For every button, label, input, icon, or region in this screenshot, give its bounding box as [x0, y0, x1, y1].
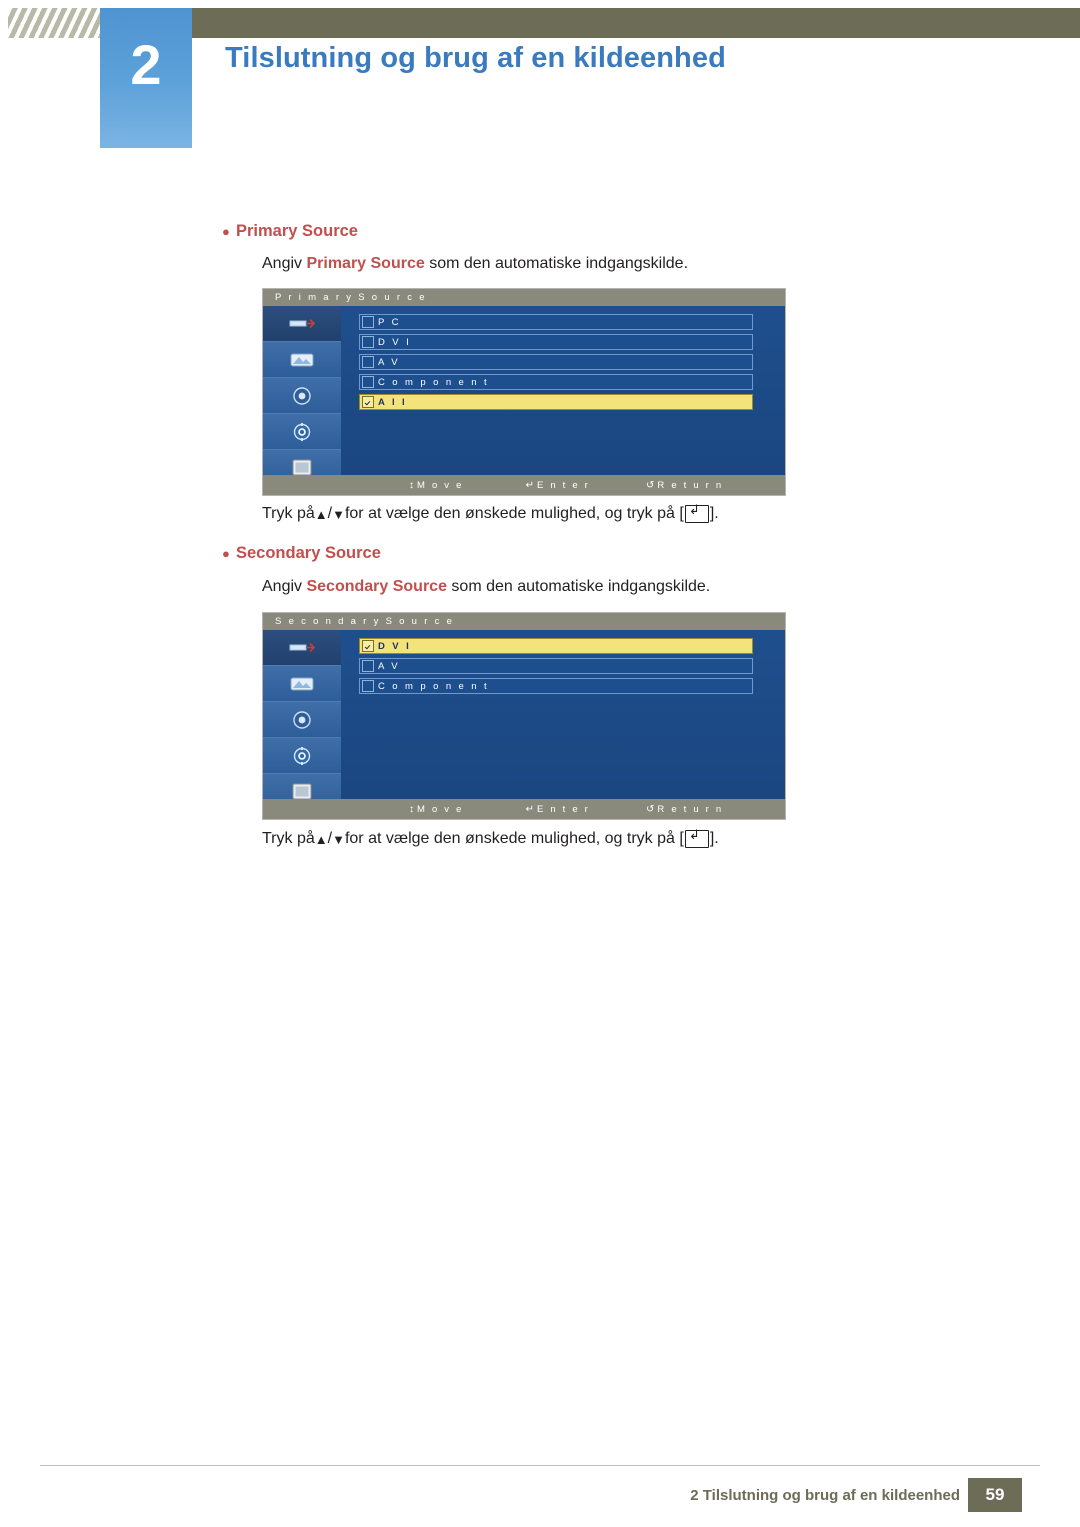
- secondary-source-description: Angiv Secondary Source som den automatis…: [262, 578, 710, 596]
- osd-footer-move: ↕ M o v e: [409, 804, 464, 815]
- bullet-secondary-source: ● Secondary Source: [222, 544, 381, 563]
- arrow-down-icon: ▼: [332, 831, 345, 847]
- osd-sidebar-icons: [263, 306, 341, 486]
- osd-footer-label: E n t e r: [536, 803, 591, 815]
- desc-highlight: Primary Source: [306, 255, 425, 272]
- checkbox-icon[interactable]: [362, 316, 374, 328]
- setup-icon[interactable]: [263, 738, 341, 774]
- osd-item-label: A l l: [378, 396, 408, 408]
- osd-footer-return: ↺ R e t u r n: [646, 480, 723, 491]
- osd-item-list: D V I A V C o m p o n e n t: [359, 638, 753, 698]
- osd-primary-source: P r i m a r y S o u r c e P C D V I A V …: [262, 288, 786, 496]
- bullet-dot-icon: ●: [222, 224, 230, 239]
- osd-footer-return: ↺ R e t u r n: [646, 804, 723, 815]
- header-hatch-decoration: [8, 8, 100, 38]
- press-mid: for at vælge den ønskede mulighed, og tr…: [344, 505, 684, 522]
- press-prefix: Tryk på: [262, 505, 315, 522]
- enter-key-icon: [684, 502, 709, 523]
- arrow-down-icon: ▼: [332, 506, 345, 522]
- osd-footer: ↕ M o v e ↵ E n t e r ↺ R e t u r n: [263, 799, 785, 819]
- chapter-number: 2: [130, 33, 162, 96]
- osd-item-dvi[interactable]: D V I: [359, 638, 753, 654]
- desc-suffix: som den automatiske indgangskilde.: [424, 255, 689, 272]
- bullet-label: Secondary Source: [236, 544, 381, 562]
- move-arrows-icon: ↕: [409, 479, 414, 491]
- checkbox-icon[interactable]: [362, 660, 374, 672]
- osd-footer-label: R e t u r n: [657, 803, 724, 815]
- secondary-source-instruction: Tryk på ▲ / ▼ for at vælge den ønskede mul…: [262, 827, 719, 848]
- sound-icon[interactable]: [263, 378, 341, 414]
- bullet-label: Primary Source: [236, 222, 358, 240]
- primary-source-instruction: Tryk på ▲ / ▼ for at vælge den ønskede mul…: [262, 502, 719, 523]
- osd-item-label: P C: [378, 316, 401, 328]
- footer-divider: [40, 1465, 1040, 1466]
- osd-item-component[interactable]: C o m p o n e n t: [359, 678, 753, 694]
- picture-icon[interactable]: [263, 342, 341, 378]
- osd-item-label: A V: [378, 356, 400, 368]
- press-mid: for at vælge den ønskede mulighed, og tr…: [344, 830, 684, 847]
- enter-icon: ↵: [525, 479, 534, 491]
- osd-item-label: A V: [378, 660, 400, 672]
- press-suffix: ].: [709, 505, 719, 522]
- sound-icon[interactable]: [263, 702, 341, 738]
- page-title: Tilslutning og brug af en kildeenhed: [225, 42, 726, 74]
- osd-item-label: D V I: [378, 336, 412, 348]
- checkbox-icon[interactable]: [362, 680, 374, 692]
- primary-source-description: Angiv Primary Source som den automatiske…: [262, 255, 688, 273]
- desc-suffix: som den automatiske indgangskilde.: [446, 578, 711, 595]
- osd-footer-label: E n t e r: [536, 479, 591, 491]
- enter-key-icon: [684, 827, 709, 848]
- osd-sidebar-icons: [263, 630, 341, 810]
- return-icon: ↺: [646, 803, 655, 815]
- checkbox-icon[interactable]: [362, 376, 374, 388]
- osd-item-av[interactable]: A V: [359, 354, 753, 370]
- osd-item-all[interactable]: A l l: [359, 394, 753, 410]
- setup-icon[interactable]: [263, 414, 341, 450]
- osd-item-dvi[interactable]: D V I: [359, 334, 753, 350]
- return-icon: ↺: [646, 479, 655, 491]
- checkbox-icon[interactable]: [362, 640, 374, 652]
- checkbox-icon[interactable]: [362, 336, 374, 348]
- desc-highlight: Secondary Source: [306, 578, 447, 595]
- input-source-icon[interactable]: [263, 306, 341, 342]
- bullet-dot-icon: ●: [222, 546, 230, 561]
- osd-item-component[interactable]: C o m p o n e n t: [359, 374, 753, 390]
- osd-footer-label: M o v e: [417, 803, 464, 815]
- enter-icon: ↵: [525, 803, 534, 815]
- checkbox-icon[interactable]: [362, 356, 374, 368]
- osd-footer: ↕ M o v e ↵ E n t e r ↺ R e t u r n: [263, 475, 785, 495]
- desc-prefix: Angiv: [262, 255, 307, 272]
- osd-item-pc[interactable]: P C: [359, 314, 753, 330]
- press-prefix: Tryk på: [262, 830, 315, 847]
- osd-item-label: C o m p o n e n t: [378, 680, 490, 692]
- osd-title: S e c o n d a r y S o u r c e: [263, 613, 785, 630]
- picture-icon[interactable]: [263, 666, 341, 702]
- osd-footer-label: R e t u r n: [657, 479, 724, 491]
- osd-footer-enter: ↵ E n t e r: [526, 480, 590, 491]
- arrow-up-icon: ▲: [314, 506, 328, 522]
- arrow-up-icon: ▲: [314, 831, 328, 847]
- osd-item-av[interactable]: A V: [359, 658, 753, 674]
- press-suffix: ].: [709, 830, 719, 847]
- header-olive-bar: [100, 8, 1080, 38]
- osd-footer-enter: ↵ E n t e r: [526, 804, 590, 815]
- footer-text: 2 Tilslutning og brug af en kildeenhed: [690, 1487, 960, 1504]
- page-number: 59: [968, 1478, 1022, 1512]
- desc-prefix: Angiv: [262, 578, 307, 595]
- input-source-icon[interactable]: [263, 630, 341, 666]
- osd-footer-label: M o v e: [417, 479, 464, 491]
- checkbox-icon[interactable]: [362, 396, 374, 408]
- osd-item-label: C o m p o n e n t: [378, 376, 490, 388]
- page-header: 2 Tilslutning og brug af en kildeenhed: [0, 0, 1080, 150]
- osd-title: P r i m a r y S o u r c e: [263, 289, 785, 306]
- move-arrows-icon: ↕: [409, 803, 414, 815]
- osd-item-label: D V I: [378, 640, 412, 652]
- osd-item-list: P C D V I A V C o m p o n e n t A l l: [359, 314, 753, 414]
- osd-secondary-source: S e c o n d a r y S o u r c e D V I A V …: [262, 612, 786, 820]
- osd-footer-move: ↕ M o v e: [409, 480, 464, 491]
- bullet-primary-source: ● Primary Source: [222, 222, 358, 241]
